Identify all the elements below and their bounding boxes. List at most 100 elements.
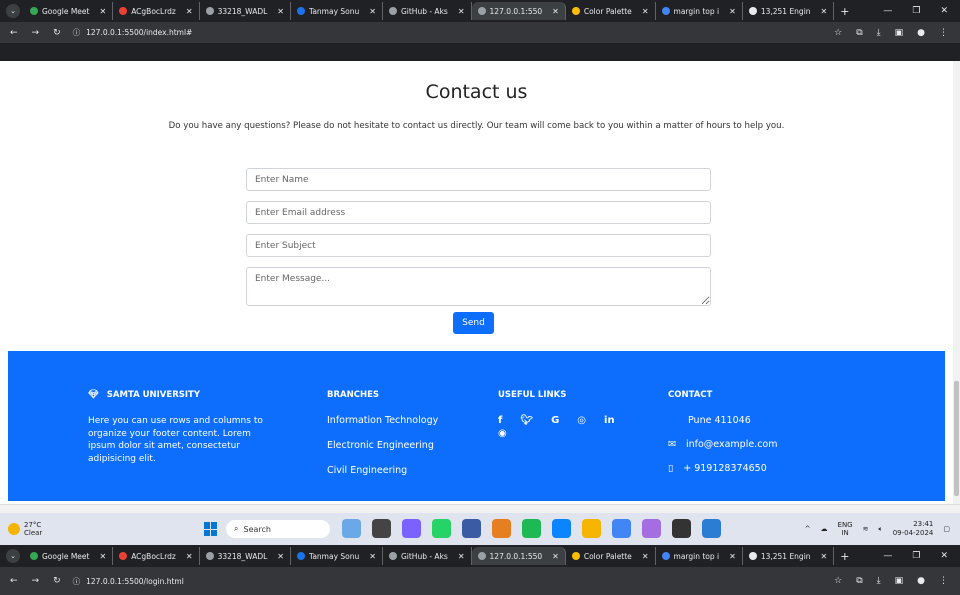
restore-icon[interactable]: ❐ [912,6,920,16]
second-menu-dots-icon[interactable]: ⋮ [939,576,948,586]
copilot-icon[interactable] [402,519,421,538]
email-input[interactable] [246,201,711,224]
site-info-icon[interactable]: ⓘ [73,27,81,38]
tab-close-icon[interactable]: ✕ [729,7,736,16]
second-new-tab-icon[interactable]: + [840,550,849,563]
branch-link-electronic[interactable]: Electronic Engineering [327,440,438,452]
facebook-icon[interactable]: f [498,415,502,426]
browser-tab[interactable]: Google Meet ✕ [24,2,114,20]
whatsapp-icon[interactable] [432,519,451,538]
browser-tab[interactable]: 127.0.0.1:550 ✕ [471,2,566,20]
second-url-box[interactable]: ⓘ 127.0.0.1:5500/login.html [73,576,184,587]
bookmark-star-icon[interactable]: ☆ [834,28,842,38]
browser-tab[interactable]: Tanmay Sonu ✕ [291,547,383,565]
github-icon[interactable]: ◉ [498,428,507,439]
second-site-info-icon[interactable]: ⓘ [73,576,81,587]
linkedin-icon[interactable]: in [604,415,615,426]
tab-search-icon[interactable]: ⌄ [6,4,20,18]
extensions-icon[interactable]: ⧉ [856,28,862,38]
browser-tab[interactable]: margin top i ✕ [656,547,743,565]
browser-tab[interactable]: Color Palette ✕ [566,2,656,20]
twitter-icon[interactable]: 🐦︎ [520,415,533,426]
windows-start-icon[interactable] [204,522,218,536]
tab-close-icon[interactable]: ✕ [277,7,284,16]
tab-close-icon[interactable]: ✕ [458,552,465,561]
subject-input[interactable] [246,234,711,257]
horizontal-scrollbar[interactable] [0,504,960,513]
tab-close-icon[interactable]: ✕ [821,7,828,16]
tab-close-icon[interactable]: ✕ [186,552,193,561]
tab-close-icon[interactable]: ✕ [642,552,649,561]
second-minimize-icon[interactable]: — [883,551,892,561]
back-icon[interactable]: ← [10,28,18,38]
second-url-text[interactable]: 127.0.0.1:5500/login.html [86,577,184,586]
taskbar-search[interactable]: ⌕ Search [226,520,330,538]
browser-tab[interactable]: 13,251 Engin ✕ [743,547,835,565]
google-icon[interactable]: G [551,415,559,426]
scrollbar-thumb[interactable] [954,381,959,496]
task-view-icon[interactable] [372,519,391,538]
language-indicator[interactable]: ENG IN [838,521,853,537]
browser-tab[interactable]: margin top i ✕ [656,2,743,20]
second-sidepanel-icon[interactable]: ▣ [895,576,904,586]
sidepanel-icon[interactable]: ▣ [895,28,904,38]
download-icon[interactable]: ⤓ [877,28,881,38]
tray-chevron-icon[interactable]: ^ [805,525,811,533]
reload-icon[interactable]: ↻ [53,28,61,38]
second-reload-icon[interactable]: ↻ [53,576,61,586]
browser-tab[interactable]: 33218_WADL ✕ [200,547,291,565]
browser-tab[interactable]: GitHub - Aks ✕ [383,2,472,20]
tab-close-icon[interactable]: ✕ [821,552,828,561]
spotify-icon[interactable] [522,519,541,538]
browser-tab[interactable]: Tanmay Sonu ✕ [291,2,383,20]
second-restore-icon[interactable]: ❐ [912,551,920,561]
second-bookmark-star-icon[interactable]: ☆ [834,576,842,586]
teams-icon[interactable] [462,519,481,538]
browser-tab[interactable]: GitHub - Aks ✕ [383,547,472,565]
browser-tab[interactable]: ACgBocLrdz ✕ [113,2,200,20]
onedrive-icon[interactable]: ☁ [821,525,828,533]
tab-close-icon[interactable]: ✕ [552,552,559,561]
tab-close-icon[interactable]: ✕ [369,7,376,16]
branch-link-civil[interactable]: Civil Engineering [327,465,438,477]
browser-tab[interactable]: 13,251 Engin ✕ [743,2,835,20]
url-box[interactable]: ⓘ 127.0.0.1:5500/index.html# [73,27,193,38]
second-forward-icon[interactable]: → [32,576,40,586]
tab-close-icon[interactable]: ✕ [186,7,193,16]
name-input[interactable] [246,168,711,191]
tab-close-icon[interactable]: ✕ [729,552,736,561]
browser-tab[interactable]: Google Meet ✕ [24,547,114,565]
browser-tab[interactable]: ACgBocLrdz ✕ [113,547,200,565]
send-button[interactable]: Send [453,312,494,334]
volume-icon[interactable]: 🔈︎ [878,525,882,534]
gemini-icon[interactable] [642,519,661,538]
second-extensions-icon[interactable]: ⧉ [856,576,862,586]
vscode-icon[interactable] [702,519,721,538]
vertical-scrollbar[interactable] [953,61,960,504]
browser-tab[interactable]: 127.0.0.1:550 ✕ [471,547,566,565]
tab-close-icon[interactable]: ✕ [458,7,465,16]
second-close-icon[interactable]: ✕ [940,551,948,561]
tab-close-icon[interactable]: ✕ [99,552,106,561]
second-tab-search-icon[interactable]: ⌄ [6,549,20,563]
close-icon[interactable]: ✕ [940,6,948,16]
second-back-icon[interactable]: ← [10,576,18,586]
tab-close-icon[interactable]: ✕ [99,7,106,16]
profile-icon[interactable]: ● [917,28,925,38]
browser-tab[interactable]: 33218_WADL ✕ [200,2,291,20]
second-download-icon[interactable]: ⤓ [877,576,881,586]
second-profile-icon[interactable]: ● [917,576,925,586]
chrome-icon[interactable] [492,519,511,538]
branch-link-it[interactable]: Information Technology [327,415,438,427]
tab-close-icon[interactable]: ✕ [552,7,559,16]
notification-icon[interactable]: ▢ [943,525,950,533]
email-text[interactable]: info@example.com [686,439,778,450]
file-explorer-icon[interactable] [582,519,601,538]
instagram-icon[interactable]: ◎ [577,415,586,426]
message-textarea[interactable] [246,267,711,306]
clock[interactable]: 23:41 09-04-2024 [893,520,934,538]
chrome-alt-icon[interactable] [612,519,631,538]
edge-icon[interactable] [552,519,571,538]
menu-dots-icon[interactable]: ⋮ [939,28,948,38]
tab-close-icon[interactable]: ✕ [642,7,649,16]
